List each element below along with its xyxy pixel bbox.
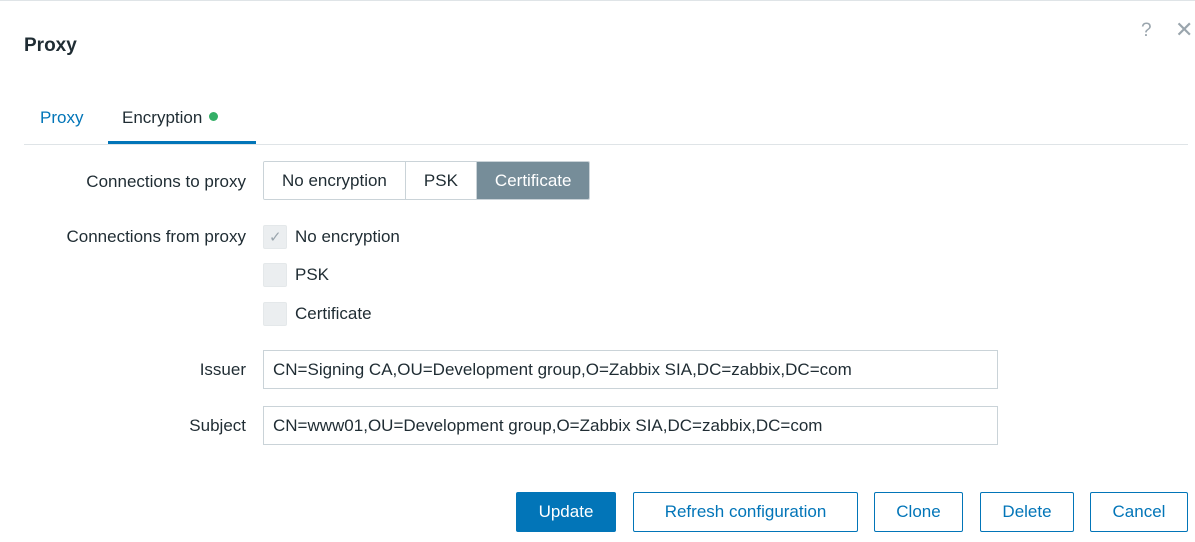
delete-button[interactable]: Delete [980,492,1074,532]
refresh-configuration-button[interactable]: Refresh configuration [633,492,858,532]
issuer-label: Issuer [199,360,246,379]
checkbox-no-encryption[interactable]: ✓ [263,225,287,249]
update-button[interactable]: Update [516,492,616,532]
subject-input[interactable]: CN=www01,OU=Development group,O=Zabbix S… [263,406,998,445]
tab-encryption[interactable]: Encryption [108,107,256,144]
checkbox-psk-row[interactable]: PSK [263,263,329,287]
checkmark-icon: ✓ [269,229,282,246]
connections-from-label: Connections from proxy [66,227,246,246]
checkbox-certificate-row[interactable]: Certificate [263,302,372,326]
dialog-title: Proxy [24,35,77,56]
option-no-encryption[interactable]: No encryption [264,162,406,199]
checkbox-psk-label: PSK [295,265,330,284]
checkbox-certificate-label: Certificate [295,304,372,323]
cancel-button[interactable]: Cancel [1090,492,1188,532]
option-psk[interactable]: PSK [405,162,477,199]
connections-to-segmented-control: No encryption PSK Certificate [263,161,591,200]
tab-encryption-label: Encryption [122,108,203,127]
tab-bar: Proxy Encryption [24,99,1188,145]
issuer-input[interactable]: CN=Signing CA,OU=Development group,O=Zab… [263,350,998,389]
close-icon[interactable]: ✕ [1175,19,1193,41]
help-icon[interactable]: ? [1141,21,1152,40]
checkbox-no-encryption-label: No encryption [295,227,400,246]
subject-label: Subject [189,416,246,435]
clone-button[interactable]: Clone [874,492,963,532]
proxy-dialog: Proxy ? ✕ Proxy Encryption Connections t… [0,0,1195,542]
checkbox-certificate[interactable] [263,302,287,326]
checkbox-no-encryption-row[interactable]: ✓ No encryption [263,225,400,249]
checkbox-psk[interactable] [263,263,287,287]
connections-to-label: Connections to proxy [86,172,246,191]
tab-proxy[interactable]: Proxy [40,107,83,144]
status-dot-icon [209,112,219,122]
option-certificate[interactable]: Certificate [476,162,590,199]
